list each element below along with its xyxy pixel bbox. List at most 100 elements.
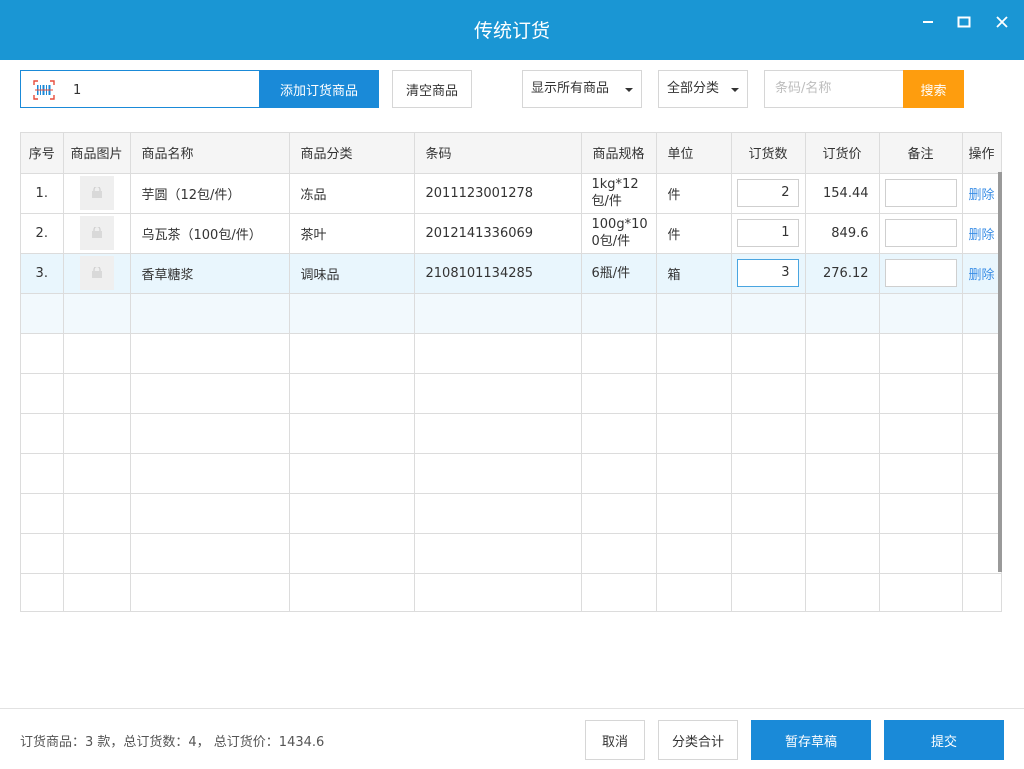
action-cell: 删除 — [962, 173, 1001, 214]
minimize-button[interactable] — [918, 12, 938, 32]
order-qty-cell: 3 — [731, 253, 806, 294]
product-name: 乌瓦茶（100包/件） — [130, 213, 290, 254]
order-summary: 订货商品：3 款，总订货数：4， 总订货价：1434.6 — [20, 735, 325, 750]
maximize-icon — [957, 16, 971, 28]
product-image-placeholder — [79, 176, 114, 210]
empty-row — [21, 573, 1001, 611]
row-index: 3. — [21, 253, 64, 294]
column-header-action: 操作 — [962, 133, 1001, 174]
order-qty-input[interactable]: 2 — [736, 179, 799, 207]
delete-link[interactable]: 删除 — [968, 228, 994, 243]
product-name: 香草糖浆 — [130, 253, 290, 294]
minimize-icon — [923, 21, 933, 23]
product-unit: 件 — [656, 213, 732, 254]
clear-items-button[interactable]: 清空商品 — [392, 70, 472, 108]
display-filter-value: 显示所有商品 — [531, 81, 610, 96]
table-header-row: 序号 商品图片 商品名称 商品分类 条码 商品规格 单位 订货数 订货价 备注 … — [21, 133, 1001, 174]
vertical-scrollbar[interactable] — [998, 172, 1002, 572]
remark-input[interactable] — [884, 219, 957, 247]
product-image-cell — [63, 213, 131, 254]
close-button[interactable] — [992, 12, 1012, 32]
empty-row — [21, 453, 1001, 494]
table-row[interactable]: 2. 乌瓦茶（100包/件） 茶叶 2012141336069 100g*10 0… — [21, 213, 1001, 254]
window-title: 传统订货 — [473, 20, 550, 42]
empty-row — [21, 413, 1001, 454]
column-header-spec: 商品规格 — [581, 133, 657, 174]
product-spec-line: 6瓶/件 — [591, 265, 631, 281]
order-qty-input[interactable]: 1 — [736, 219, 799, 247]
product-spec-line: 100g*10 — [591, 217, 648, 232]
product-image-cell — [63, 253, 131, 294]
delete-link[interactable]: 删除 — [968, 188, 994, 203]
category-total-button[interactable]: 分类合计 — [658, 720, 738, 760]
search-input[interactable] — [773, 80, 897, 97]
category-filter-select[interactable]: 全部分类 — [658, 70, 748, 108]
barcode-input[interactable] — [71, 79, 255, 101]
empty-row — [21, 373, 1001, 414]
order-price: 154.44 — [805, 173, 880, 214]
delete-link[interactable]: 删除 — [968, 268, 994, 283]
toolbar: 添加订货商品 清空商品 显示所有商品 全部分类 搜索 — [0, 70, 1024, 110]
barcode-scan-icon — [33, 80, 55, 100]
column-header-price: 订货价 — [805, 133, 880, 174]
empty-row — [21, 333, 1001, 374]
product-name: 芋圆（12包/件） — [130, 173, 290, 214]
empty-row — [21, 533, 1001, 574]
product-barcode: 2012141336069 — [414, 213, 582, 254]
maximize-button[interactable] — [954, 12, 974, 32]
empty-row — [21, 293, 1001, 334]
remark-cell — [879, 173, 963, 214]
cancel-button[interactable]: 取消 — [585, 720, 645, 760]
remark-cell — [879, 213, 963, 254]
product-spec: 1kg*12 包/件 — [581, 173, 657, 214]
caret-down-icon — [731, 88, 739, 92]
table-row-selected[interactable]: 3. 香草糖浆 调味品 2108101134285 6瓶/件 箱 3 276.1… — [21, 253, 1001, 294]
product-unit: 箱 — [656, 253, 732, 294]
product-image-placeholder — [79, 256, 114, 290]
order-qty-cell: 2 — [731, 173, 806, 214]
remark-input[interactable] — [884, 259, 957, 287]
column-header-image: 商品图片 — [63, 133, 131, 174]
product-unit: 件 — [656, 173, 732, 214]
action-cell: 删除 — [962, 213, 1001, 254]
product-category: 茶叶 — [289, 213, 415, 254]
footer-bar: 订货商品：3 款，总订货数：4， 总订货价：1434.6 取消 分类合计 暂存草… — [0, 708, 1024, 769]
display-filter-select[interactable]: 显示所有商品 — [522, 70, 642, 108]
image-placeholder-icon — [91, 187, 102, 198]
title-bar: 传统订货 — [0, 0, 1024, 60]
column-header-remark: 备注 — [879, 133, 963, 174]
barcode-scan-box[interactable] — [20, 70, 260, 108]
submit-button[interactable]: 提交 — [884, 720, 1004, 760]
add-order-item-button[interactable]: 添加订货商品 — [259, 70, 379, 108]
category-filter-value: 全部分类 — [667, 81, 720, 96]
product-spec: 6瓶/件 — [581, 253, 657, 294]
column-header-unit: 单位 — [656, 133, 732, 174]
table-row[interactable]: 1. 芋圆（12包/件） 冻品 2011123001278 1kg*12 包/件 … — [21, 173, 1001, 214]
product-spec-line: 0包/件 — [591, 234, 631, 249]
row-index: 2. — [21, 213, 64, 254]
search-button[interactable]: 搜索 — [903, 70, 964, 108]
order-price: 849.6 — [805, 213, 880, 254]
column-header-qty: 订货数 — [731, 133, 806, 174]
column-header-category: 商品分类 — [289, 133, 415, 174]
product-image-cell — [63, 173, 131, 214]
order-qty-input[interactable]: 3 — [736, 259, 799, 287]
empty-row — [21, 493, 1001, 534]
order-items-table: 序号 商品图片 商品名称 商品分类 条码 商品规格 单位 订货数 订货价 备注 … — [20, 132, 1002, 612]
image-placeholder-icon — [91, 267, 102, 278]
product-image-placeholder — [79, 216, 114, 250]
close-icon — [996, 16, 1008, 28]
column-header-barcode: 条码 — [414, 133, 582, 174]
remark-input[interactable] — [884, 179, 957, 207]
column-header-index: 序号 — [21, 133, 64, 174]
product-spec-line: 1kg*12 — [591, 177, 639, 192]
action-cell: 删除 — [962, 253, 1001, 294]
save-draft-button[interactable]: 暂存草稿 — [751, 720, 871, 760]
product-spec: 100g*10 0包/件 — [581, 213, 657, 254]
caret-down-icon — [625, 88, 633, 92]
order-qty-cell: 1 — [731, 213, 806, 254]
image-placeholder-icon — [91, 227, 102, 238]
search-box[interactable] — [764, 70, 904, 108]
product-category: 冻品 — [289, 173, 415, 214]
column-header-name: 商品名称 — [130, 133, 290, 174]
